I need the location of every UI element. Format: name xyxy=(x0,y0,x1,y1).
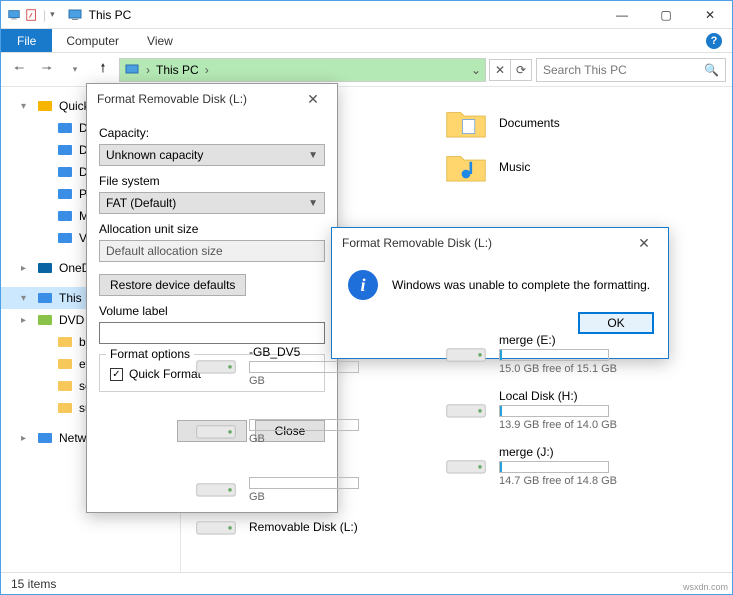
capacity-label: Capacity: xyxy=(99,126,325,140)
chevron-right-icon[interactable]: › xyxy=(205,63,209,77)
info-icon: i xyxy=(348,270,378,300)
help-icon: ? xyxy=(706,33,722,49)
refresh-button[interactable]: ⟳ xyxy=(510,59,532,81)
qat-dropdown-icon[interactable]: ▾ xyxy=(50,9,55,20)
drive-item[interactable]: merge (E:)15.0 GB free of 15.1 GB xyxy=(441,329,671,379)
up-button[interactable]: 🠕 xyxy=(91,58,115,82)
search-input[interactable]: Search This PC 🔍 xyxy=(536,58,726,82)
ribbon: File Computer View ? xyxy=(1,29,732,53)
capacity-combo[interactable]: Unknown capacity▼ xyxy=(99,144,325,166)
quick-access-toolbar: | ▾ xyxy=(1,8,61,22)
breadcrumb[interactable]: This PC xyxy=(156,63,199,77)
volume-label-label: Volume label xyxy=(99,304,325,318)
back-button[interactable]: 🠔 xyxy=(7,58,31,82)
window-pc-icon xyxy=(67,7,83,23)
format-dialog-title: Format Removable Disk (L:) xyxy=(97,92,247,106)
search-placeholder: Search This PC xyxy=(543,63,627,77)
window-title: This PC xyxy=(89,8,132,22)
drive-item[interactable]: Local Disk (H:)13.9 GB free of 14.0 GB xyxy=(441,385,671,435)
address-pc-icon xyxy=(124,62,140,78)
address-clear-button[interactable]: ✕ xyxy=(489,59,511,81)
search-icon: 🔍 xyxy=(704,63,719,77)
filesystem-combo[interactable]: FAT (Default)▼ xyxy=(99,192,325,214)
source-watermark: wsxdn.com xyxy=(683,582,728,592)
restore-defaults-button[interactable]: Restore device defaults xyxy=(99,274,246,296)
chevron-down-icon: ▼ xyxy=(308,198,318,209)
drive-item-partial[interactable]: GB xyxy=(191,413,431,449)
minimize-button[interactable]: — xyxy=(600,1,644,29)
allocation-label: Allocation unit size xyxy=(99,222,325,236)
help-button[interactable]: ? xyxy=(706,29,722,52)
drive-item[interactable]: merge (J:)14.7 GB free of 14.8 GB xyxy=(441,441,671,491)
error-message: Windows was unable to complete the forma… xyxy=(392,278,650,292)
tab-computer[interactable]: Computer xyxy=(52,29,133,52)
drive-removable[interactable]: Removable Disk (L:) xyxy=(191,509,421,545)
chevron-down-icon: ▼ xyxy=(308,150,318,161)
chevron-right-icon[interactable]: › xyxy=(146,63,150,77)
close-button[interactable]: ✕ xyxy=(688,1,732,29)
filesystem-label: File system xyxy=(99,174,325,188)
allocation-combo[interactable]: Default allocation size xyxy=(99,240,325,262)
properties-icon[interactable] xyxy=(25,8,39,22)
error-dialog-title: Format Removable Disk (L:) xyxy=(342,236,492,250)
drive-item-partial[interactable]: GB xyxy=(191,471,431,507)
checkbox-icon: ✓ xyxy=(110,368,123,381)
navigation-bar: 🠔 🠖 ▾ 🠕 › This PC › ⌄ ✕ ⟳ Search This PC… xyxy=(1,53,732,87)
format-options-legend: Format options xyxy=(106,347,194,361)
address-dropdown-icon[interactable]: ⌄ xyxy=(471,63,481,77)
format-dialog-titlebar[interactable]: Format Removable Disk (L:) ✕ xyxy=(87,84,337,114)
forward-button[interactable]: 🠖 xyxy=(35,58,59,82)
error-dialog-close-button[interactable]: ✕ xyxy=(630,229,658,257)
recent-dropdown[interactable]: ▾ xyxy=(63,58,87,82)
folder-music[interactable]: Music xyxy=(441,145,671,189)
folder-documents[interactable]: Documents xyxy=(441,101,671,145)
drive-item-partial[interactable]: -GB_DV5GB xyxy=(191,341,431,391)
tab-view[interactable]: View xyxy=(133,29,187,52)
address-bar[interactable]: › This PC › ⌄ xyxy=(119,58,486,82)
status-bar: 15 items xyxy=(1,572,732,594)
pc-icon-small xyxy=(7,8,21,22)
item-count: 15 items xyxy=(11,577,56,591)
format-dialog-close-button[interactable]: ✕ xyxy=(299,85,327,113)
qat-separator: | xyxy=(43,8,46,22)
error-dialog-titlebar[interactable]: Format Removable Disk (L:) ✕ xyxy=(332,228,668,258)
titlebar: | ▾ This PC — ▢ ✕ xyxy=(1,1,732,29)
maximize-button[interactable]: ▢ xyxy=(644,1,688,29)
file-tab[interactable]: File xyxy=(1,29,52,52)
